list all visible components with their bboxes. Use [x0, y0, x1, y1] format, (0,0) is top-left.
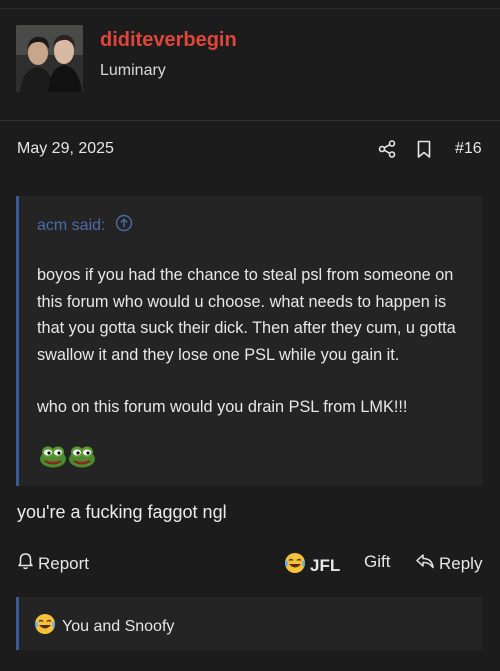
quote-paragraph: who on this forum would you drain PSL fr… [37, 398, 408, 416]
quote-body: boyos if you had the chance to steal psl… [37, 262, 477, 421]
reply-arrow-icon [415, 552, 435, 575]
bell-icon [17, 552, 34, 575]
reactions-bar[interactable]: You and Snoofy [16, 597, 482, 650]
author-title: Luminary [100, 62, 166, 79]
quote-block: acm said: boyos if you had the chance to… [16, 196, 482, 486]
laughing-crying-emoji-icon [34, 613, 56, 640]
post-date[interactable]: May 29, 2025 [17, 140, 114, 158]
gift-label: Gift [364, 552, 391, 571]
top-divider [0, 8, 500, 9]
report-button[interactable]: Report [17, 552, 89, 575]
report-label: Report [38, 553, 90, 573]
quote-author[interactable]: acm said: [37, 217, 105, 235]
pepe-icon [68, 444, 96, 473]
bookmark-icon[interactable] [414, 139, 434, 159]
jfl-label: JFL [310, 555, 341, 575]
post-message: you're a fucking faggot ngl [17, 502, 227, 522]
laughing-crying-emoji-icon [284, 552, 306, 579]
share-icon[interactable] [377, 139, 397, 159]
header-divider [0, 120, 500, 121]
jump-to-quote-icon[interactable] [115, 214, 133, 237]
reply-button[interactable]: Reply [415, 552, 482, 575]
avatar[interactable] [16, 25, 83, 92]
quote-source[interactable]: acm said: [37, 214, 133, 237]
post-number[interactable]: #16 [455, 140, 482, 158]
post-actions: Report JFL Gift Reply [0, 550, 500, 576]
author-username[interactable]: diditeverbegin [100, 29, 237, 52]
jfl-reaction-button[interactable]: JFL [284, 552, 340, 579]
reactions-summary[interactable]: You and Snoofy [62, 618, 174, 636]
reply-label: Reply [439, 553, 483, 573]
pepe-icon [39, 444, 67, 473]
quote-emojis [39, 444, 96, 473]
quote-paragraph: boyos if you had the chance to steal psl… [37, 266, 456, 364]
gift-button[interactable]: Gift [364, 552, 390, 572]
